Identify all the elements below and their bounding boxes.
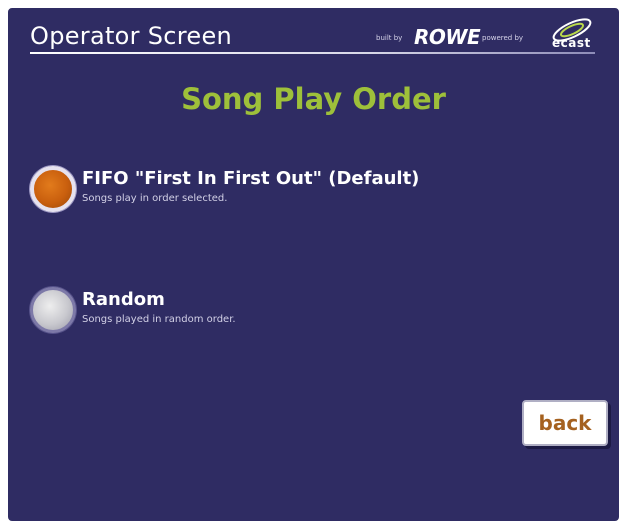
option-fifo-label: FIFO "First In First Out" (Default) (82, 168, 420, 189)
operator-screen: Operator Screen built by ROWE powered by… (0, 0, 627, 529)
powered-by-label: powered by (482, 34, 524, 42)
option-fifo[interactable]: FIFO "First In First Out" (Default) Song… (30, 160, 550, 220)
ecast-logo-text: ecast (552, 36, 591, 50)
rowe-logo: ROWE (414, 25, 481, 49)
option-random-description: Songs played in random order. (82, 314, 236, 325)
header-divider (30, 52, 595, 54)
header: Operator Screen built by ROWE powered by… (22, 18, 617, 58)
back-button[interactable]: back (522, 400, 608, 446)
option-random[interactable]: Random Songs played in random order. (30, 281, 550, 341)
radio-selected-icon[interactable] (30, 166, 76, 212)
radio-unselected-icon[interactable] (30, 287, 76, 333)
screen-title: Operator Screen (30, 22, 233, 50)
built-by-label: built by (376, 34, 403, 42)
option-fifo-description: Songs play in order selected. (82, 193, 228, 204)
option-random-label: Random (82, 289, 165, 310)
page-title: Song Play Order (181, 82, 446, 116)
